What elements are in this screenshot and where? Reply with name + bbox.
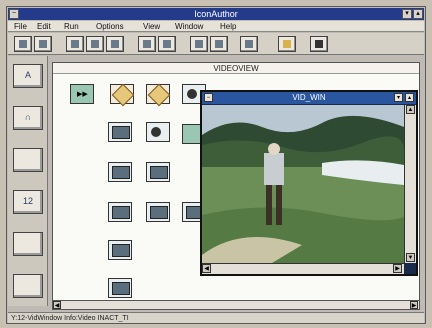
status-text: Y:12-VidWindow Info:Video INACT_TI	[11, 315, 129, 322]
flow-icon-decision-2[interactable]	[146, 83, 171, 107]
screen-icon	[112, 166, 130, 179]
system-menu-icon[interactable]: −	[9, 9, 19, 19]
palette-tool-12[interactable]: 12	[13, 190, 43, 214]
open-icon[interactable]	[34, 36, 52, 52]
tool-palette	[8, 56, 48, 306]
print-icon[interactable]	[158, 36, 176, 52]
cut-icon[interactable]	[86, 36, 104, 52]
menu-help[interactable]: Help	[220, 22, 236, 31]
save-icon[interactable]	[66, 36, 84, 52]
minimize-icon[interactable]: ▾	[402, 9, 412, 19]
palette-label-a: A	[24, 70, 31, 80]
screen-icon	[112, 126, 130, 139]
videoview-horizontal-scrollbar[interactable]: ◀ ▶	[53, 300, 419, 309]
menu-options[interactable]: Options	[96, 22, 124, 31]
video-frame	[202, 105, 404, 263]
trash-icon[interactable]	[310, 36, 328, 52]
vidwin-title: VID_WIN	[292, 93, 326, 102]
vidwin-titlebar[interactable]: VID_WIN	[202, 92, 416, 104]
scroll-left-icon[interactable]: ◀	[202, 264, 211, 273]
screen-icon	[150, 166, 168, 179]
video-scene	[202, 105, 404, 263]
layout2-icon[interactable]	[240, 36, 258, 52]
maximize-icon[interactable]: ▴	[413, 9, 423, 19]
flow-icon-monitor-4[interactable]	[108, 240, 132, 260]
layout-icon[interactable]	[210, 36, 228, 52]
hand-icon[interactable]	[278, 36, 296, 52]
monitor-icon	[150, 206, 168, 219]
monitor-icon	[112, 244, 130, 257]
vidwin-vertical-scrollbar[interactable]: ▲ ▼	[404, 105, 416, 263]
grid-icon[interactable]	[190, 36, 208, 52]
scroll-up-icon[interactable]: ▲	[406, 105, 415, 114]
new-icon[interactable]	[14, 36, 32, 52]
camera-icon	[187, 89, 197, 99]
start-icon: ▶▶	[77, 91, 88, 98]
flow-icon-screen-3[interactable]	[146, 162, 170, 182]
palette-tool-box[interactable]	[13, 148, 43, 172]
flow-icon-camera-2[interactable]	[146, 122, 170, 142]
vidwin-minimize-icon[interactable]: ▾	[394, 93, 403, 102]
menu-file[interactable]: File	[14, 22, 27, 31]
scroll-right-icon[interactable]: ▶	[410, 301, 418, 309]
vidwin-horizontal-scrollbar[interactable]: ◀ ▶	[202, 263, 404, 274]
copy-icon[interactable]	[106, 36, 124, 52]
flow-icon-monitor-5[interactable]	[108, 278, 132, 298]
monitor-icon	[112, 206, 130, 219]
videoview-title: VIDEOVIEW	[213, 64, 259, 73]
palette-tool-loop[interactable]: ∩	[13, 106, 43, 130]
flow-icon-screen-2[interactable]	[108, 162, 132, 182]
menu-view[interactable]: View	[143, 22, 160, 31]
vidwin-system-menu-icon[interactable]: −	[204, 93, 213, 102]
flow-icon-decision-1[interactable]	[110, 83, 135, 107]
scroll-right-icon[interactable]: ▶	[393, 264, 402, 273]
palette-label-12: 12	[22, 196, 33, 206]
menu-run[interactable]: Run	[64, 22, 79, 31]
camera-icon	[151, 127, 161, 137]
menu-window[interactable]: Window	[175, 22, 203, 31]
decision-icon	[111, 83, 135, 107]
status-bar: Y:12-VidWindow Info:Video INACT_TI	[8, 312, 424, 323]
flow-icon-screen-1[interactable]	[108, 122, 132, 142]
flow-icon-monitor-1[interactable]	[108, 202, 132, 222]
scroll-left-icon[interactable]: ◀	[53, 301, 61, 309]
palette-tool-monitor[interactable]	[13, 274, 43, 298]
menu-edit[interactable]: Edit	[37, 22, 51, 31]
palette-label-loop: ∩	[24, 112, 32, 122]
videoview-titlebar: VIDEOVIEW	[53, 63, 419, 74]
flow-icon-monitor-2[interactable]	[146, 202, 170, 222]
flow-icon-start[interactable]: ▶▶	[70, 84, 94, 104]
palette-tool-screen[interactable]	[13, 232, 43, 256]
app-title: IconAuthor	[194, 9, 238, 19]
vidwin-maximize-icon[interactable]: ▴	[405, 93, 414, 102]
search-icon[interactable]	[138, 36, 156, 52]
decision-icon	[147, 83, 171, 107]
app-titlebar: IconAuthor	[8, 8, 424, 20]
palette-tool-a[interactable]: A	[13, 64, 43, 88]
monitor-icon	[112, 282, 130, 295]
scroll-down-icon[interactable]: ▼	[406, 253, 415, 262]
